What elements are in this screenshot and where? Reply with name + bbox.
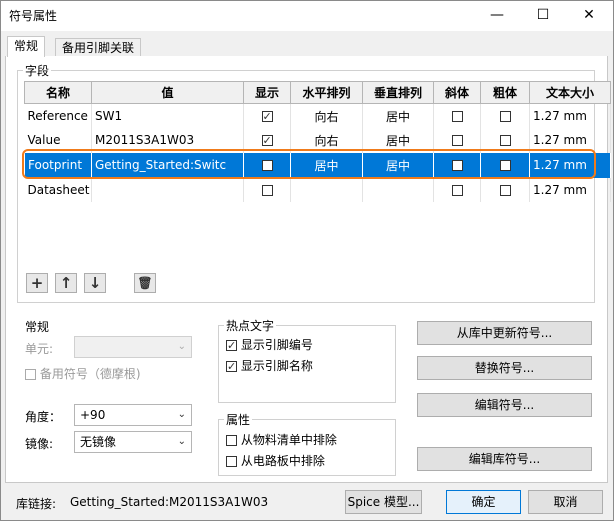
column-header-text-size[interactable]: 文本大小 [529,81,611,104]
chevron-down-icon: ⌄ [177,409,186,420]
text-size-cell[interactable]: 1.27 mm [529,103,611,128]
h-align-cell[interactable]: 向右 [290,128,363,153]
arrow-down-icon[interactable]: ↓ [84,273,106,293]
fields-group-label: 字段 [23,62,52,79]
italic-checkbox[interactable] [451,135,463,147]
field-name-cell[interactable]: Value [24,128,92,153]
maximize-button[interactable]: ☐ [520,1,566,30]
show-pin-numbers-label: 显示引脚编号 [240,338,313,352]
alternate-symbol-label: 备用符号（德摩根) [39,367,141,381]
cancel-button[interactable]: 取消 [528,490,603,514]
arrow-up-icon[interactable]: ↑ [55,273,77,293]
v-align-cell[interactable]: 居中 [362,103,434,128]
angle-label: 角度： [25,410,62,424]
change-symbol-button[interactable]: 替换符号... [417,356,592,380]
alternate-symbol-checkbox[interactable]: 备用符号（德摩根) [25,365,141,382]
table-row-selected[interactable]: Footprint Getting_Started:Switc 居中 居中 1.… [24,152,611,178]
plus-icon[interactable]: + [26,273,48,293]
h-align-cell[interactable]: 居中 [290,152,363,178]
show-pin-names-box[interactable] [226,361,237,372]
fields-table: 名称 值 显示 水平排列 垂直排列 斜体 粗体 文本大小 Reference S… [24,81,611,202]
unit-label: 单元: [25,342,54,356]
exclude-from-board-box[interactable] [226,456,237,467]
trash-icon[interactable]: 🗑 [134,273,156,293]
field-value-cell[interactable]: Getting_Started:Switc [91,152,244,178]
bold-checkbox[interactable] [499,111,511,122]
text-size-cell[interactable]: 1.27 mm [529,177,611,202]
show-pin-names-checkbox[interactable]: 显示引脚名称 [226,357,313,374]
column-header-value[interactable]: 值 [91,81,244,104]
italic-checkbox[interactable] [451,160,463,171]
unit-select[interactable]: ⌄ [74,336,192,358]
exclude-from-board-label: 从电路板中排除 [240,454,325,468]
v-align-cell[interactable]: 居中 [362,152,434,178]
chevron-down-icon: ⌄ [177,341,186,352]
bold-checkbox[interactable] [499,160,511,171]
bold-checkbox[interactable] [499,135,511,147]
column-header-show[interactable]: 显示 [243,81,291,104]
attributes-group-label: 属性 [224,411,253,428]
v-align-cell[interactable]: 居中 [362,128,434,153]
mirror-label: 镜像: [25,437,54,451]
show-checkbox[interactable] [261,184,273,196]
hotspot-text-group-label: 热点文字 [224,317,277,334]
column-header-v-align[interactable]: 垂直排列 [362,81,434,104]
show-pin-names-label: 显示引脚名称 [240,359,313,373]
column-header-h-align[interactable]: 水平排列 [290,81,363,104]
edit-symbol-button[interactable]: 编辑符号... [417,393,592,417]
italic-checkbox[interactable] [451,184,463,196]
table-row[interactable]: Value M2011S3A1W03 向右 居中 1.27 mm [24,128,611,153]
tab-general[interactable]: 常规 [7,36,46,57]
column-header-italic[interactable]: 斜体 [433,81,481,104]
minimize-button[interactable]: — [474,1,520,30]
field-value-cell[interactable]: M2011S3A1W03 [91,128,244,153]
update-from-library-button[interactable]: 从库中更新符号... [417,321,592,345]
show-checkbox[interactable] [261,111,273,122]
show-pin-numbers-box[interactable] [226,340,237,351]
close-button[interactable]: ✕ [566,1,612,30]
tab-alternate-pins[interactable]: 备用引脚关联 [55,38,142,57]
text-size-cell[interactable]: 1.27 mm [529,152,611,178]
h-align-cell[interactable]: 向右 [290,103,363,128]
exclude-from-bom-box[interactable] [226,435,237,446]
table-row[interactable]: Reference SW1 向右 居中 1.27 mm [24,103,611,128]
general-group-label: 常规 [23,318,52,335]
angle-select[interactable]: +90 ⌄ [74,404,192,426]
alternate-symbol-box[interactable] [25,369,36,380]
bold-checkbox[interactable] [499,184,511,196]
column-header-name[interactable]: 名称 [24,81,92,104]
exclude-from-board-checkbox[interactable]: 从电路板中排除 [226,452,325,469]
library-link-value: Getting_Started:M2011S3A1W03 [70,495,269,509]
show-checkbox[interactable] [261,160,273,171]
edit-library-symbol-button[interactable]: 编辑库符号... [417,447,592,471]
table-row[interactable]: Datasheet 1.27 mm [24,177,611,202]
h-align-cell[interactable] [290,177,363,202]
field-value-cell[interactable] [91,177,244,202]
mirror-select[interactable]: 无镜像 ⌄ [74,431,192,453]
exclude-from-bom-label: 从物料清单中排除 [240,433,337,447]
library-link-label: 库链接: [16,497,57,511]
field-name-cell[interactable]: Reference [24,103,92,128]
field-name-cell[interactable]: Datasheet [24,177,92,202]
exclude-from-bom-checkbox[interactable]: 从物料清单中排除 [226,431,337,448]
column-header-bold[interactable]: 粗体 [480,81,530,104]
field-name-cell[interactable]: Footprint [24,152,92,178]
chevron-down-icon: ⌄ [177,436,186,447]
spice-model-button[interactable]: Spice 模型... [345,490,422,514]
window-title: 符号属性 [9,9,58,23]
text-size-cell[interactable]: 1.27 mm [529,128,611,153]
field-value-cell[interactable]: SW1 [91,103,244,128]
italic-checkbox[interactable] [451,111,463,122]
ok-button[interactable]: 确定 [446,490,521,514]
show-pin-numbers-checkbox[interactable]: 显示引脚编号 [226,336,313,353]
show-checkbox[interactable] [261,135,273,147]
v-align-cell[interactable] [362,177,434,202]
